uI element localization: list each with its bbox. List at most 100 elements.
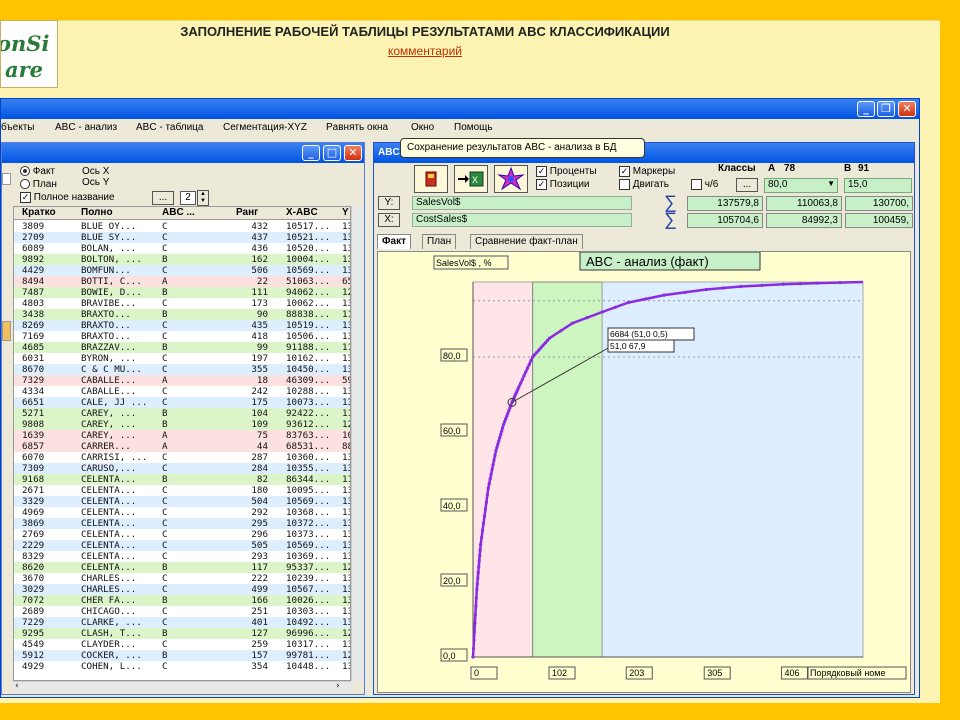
radio-fact[interactable]: Факт	[20, 166, 55, 177]
table-row[interactable]: 7329 CABALLE... A 18 46309... 59	[14, 375, 350, 386]
horizontal-scrollbar[interactable]: ‹ ›	[13, 681, 351, 693]
move-checkbox[interactable]: Двигать	[619, 179, 669, 190]
table-row[interactable]: 8494 BOTTI, C... A 22 51063... 65(	[14, 276, 350, 287]
table-row[interactable]: 4685 BRAZZAV... B 99 91188... 11(	[14, 342, 350, 353]
table-row[interactable]: 6070 CARRISI, ... C 287 10360... 13	[14, 452, 350, 463]
ch6-checkbox[interactable]: ч/6	[691, 179, 718, 190]
table-row[interactable]: 3809 BLUE OY... C 432 10517... 13(	[14, 221, 350, 232]
menu-item-objects[interactable]: бъекты	[1, 122, 34, 133]
table-row[interactable]: 2709 BLUE SY... C 437 10521... 13(	[14, 232, 350, 243]
table-row[interactable]: 9892 BOLTON, ... B 162 10004... 13(	[14, 254, 350, 265]
table-row[interactable]: 3329 CELENTA... C 504 10569... 13	[14, 496, 350, 507]
table-row[interactable]: 6031 BYRON, ... C 197 10162... 13	[14, 353, 350, 364]
table-row[interactable]: 2769 CELENTA... C 296 10373... 13!	[14, 529, 350, 540]
table-row[interactable]: 1639 CAREY, ... A 75 83763... 10!	[14, 430, 350, 441]
save-to-db-button[interactable]	[414, 165, 448, 193]
x-field-button[interactable]: X:	[378, 213, 400, 227]
column-header[interactable]: ABC ...	[162, 207, 195, 218]
abc-run-button[interactable]	[494, 165, 528, 193]
curve-marker	[626, 301, 630, 305]
menu-item-align-windows[interactable]: Рaвнять окна	[326, 122, 388, 133]
vertical-scrollbar[interactable]	[351, 206, 364, 681]
scroll-right-icon[interactable]: ›	[336, 681, 340, 691]
spinner-arrows-icon[interactable]: ▲ ▼	[197, 190, 209, 206]
table-row[interactable]: 7169 BRAXTO... C 418 10506... 13(	[14, 331, 350, 342]
table-row[interactable]: 3869 CELENTA... C 295 10372... 13!	[14, 518, 350, 529]
chevron-down-icon[interactable]: ▼	[827, 179, 835, 188]
table-row[interactable]: 2671 CELENTA... C 180 10095... 13	[14, 485, 350, 496]
close-icon[interactable]: ✕	[898, 101, 916, 117]
column-header[interactable]: Полно	[81, 207, 113, 218]
column-header[interactable]: Ранг	[236, 207, 258, 218]
x-field-name[interactable]: CostSales$	[412, 213, 632, 227]
class-b-percent-select[interactable]: 15,0	[844, 178, 912, 193]
table-row[interactable]: 7487 BOWIE, D... B 111 94062... 12	[14, 287, 350, 298]
percent-checkbox[interactable]: ✓ Проценты	[536, 166, 597, 177]
radio-plan[interactable]: План	[20, 179, 57, 190]
table-row[interactable]: 4969 CELENTA... C 292 10368... 13	[14, 507, 350, 518]
table-row[interactable]: 7309 CARUSO,... C 284 10355... 13	[14, 463, 350, 474]
maximize-icon[interactable]: □	[323, 145, 341, 161]
ellipsis-button[interactable]: ...	[152, 191, 174, 205]
markers-checkbox[interactable]: ✓ Маркеры	[619, 166, 675, 177]
tab-fact[interactable]: Факт	[377, 234, 411, 249]
classes-ellipsis-button[interactable]: ...	[736, 178, 758, 192]
table-row[interactable]: 2689 CHICAGO... C 251 10303... 13	[14, 606, 350, 617]
column-header[interactable]: X-ABC	[286, 207, 318, 218]
table-row[interactable]: 4929 COHEN, L... C 354 10448... 13(	[14, 661, 350, 672]
class-a-percent-select[interactable]: 80,0 ▼	[764, 178, 838, 193]
table-row[interactable]: 5912 COCKER, ... B 157 99781... 12	[14, 650, 350, 661]
table-row[interactable]: 6651 CALE, JJ ... C 175 10073... 13	[14, 397, 350, 408]
data-grid[interactable]: Кратко Полно ABC ... Ранг X-ABC Y 3809 BL…	[13, 206, 351, 681]
spinner-input[interactable]: 2	[180, 191, 196, 205]
table-row[interactable]: 3438 BRAXTO... B 90 88838... 11!	[14, 309, 350, 320]
tab-plan[interactable]: План	[422, 234, 457, 249]
class-a-percent-value: 80,0	[768, 179, 788, 190]
tab-compare[interactable]: Сравнение факт-план	[470, 234, 583, 249]
table-row[interactable]: 3029 CHARLES... C 499 10567... 13	[14, 584, 350, 595]
curve-marker	[473, 621, 477, 625]
table-row[interactable]: 4803 BRAVIBE... C 173 10062... 13(	[14, 298, 350, 309]
y-field-button[interactable]: Y:	[378, 196, 400, 210]
minimize-icon[interactable]: _	[302, 145, 320, 161]
table-row[interactable]: 9295 CLASH, T... B 127 96996... 12	[14, 628, 350, 639]
table-row[interactable]: 4549 CLAYDER... C 259 10317... 13	[14, 639, 350, 650]
minimize-icon[interactable]: _	[857, 101, 875, 117]
y-field-name[interactable]: SalesVol$	[412, 196, 632, 210]
table-cell: CELENTA...	[81, 540, 137, 551]
close-icon[interactable]: ✕	[344, 145, 362, 161]
table-row[interactable]: 7072 CHER FA... B 166 10026... 13(	[14, 595, 350, 606]
full-name-checkbox[interactable]: ✓ Полное название	[20, 192, 115, 203]
table-row[interactable]: 3670 CHARLES... C 222 10239... 13	[14, 573, 350, 584]
table-row[interactable]: 8620 CELENTA... B 117 95337... 12	[14, 562, 350, 573]
table-row[interactable]: 8269 BRAXTO... C 435 10519... 13(	[14, 320, 350, 331]
menu-item-abc-table[interactable]: ABC - таблица	[136, 122, 203, 133]
menu-item-abc-analysis[interactable]: ABC - анализ	[55, 122, 117, 133]
menu-item-segmentation[interactable]: Сегментация-XYZ	[223, 122, 307, 133]
table-row[interactable]: 2229 CELENTA... C 505 10569... 13	[14, 540, 350, 551]
scroll-left-icon[interactable]: ‹	[15, 681, 19, 691]
app-window: _ ❐ ✕ бъекты ABC - анализ ABC - таблица …	[0, 98, 920, 698]
table-row[interactable]: 4429 BOMFUN... C 506 10569... 13	[14, 265, 350, 276]
table-row[interactable]: 9168 CELENTA... B 82 86344... 11	[14, 474, 350, 485]
table-row[interactable]: 8329 CELENTA... C 293 10369... 13	[14, 551, 350, 562]
table-row[interactable]: 5271 CAREY, ... B 104 92422... 11!	[14, 408, 350, 419]
table-cell: COCKER, ...	[81, 650, 142, 661]
table-cell: BOWIE, D...	[81, 287, 142, 298]
table-row[interactable]: 6089 BOLAN, ... C 436 10520... 13(	[14, 243, 350, 254]
table-row[interactable]: 8670 C & C MU... C 355 10450... 13(	[14, 364, 350, 375]
table-row[interactable]: 9808 CAREY, ... B 109 93612... 12	[14, 419, 350, 430]
positions-checkbox[interactable]: ✓ Позиции	[536, 179, 590, 190]
column-header[interactable]: Кратко	[22, 207, 56, 218]
table-row[interactable]: 4334 CABALLE... C 242 10288... 13	[14, 386, 350, 397]
restore-icon[interactable]: ❐	[877, 101, 895, 117]
column-header[interactable]: Y	[342, 207, 349, 218]
table-cell: CLASH, T...	[81, 628, 142, 639]
comment-link[interactable]: комментарий	[60, 44, 790, 58]
export-excel-button[interactable]: X	[454, 165, 488, 193]
menu-item-help[interactable]: Помощь	[454, 122, 493, 133]
menu-item-window[interactable]: Окно	[411, 122, 434, 133]
table-row[interactable]: 6857 CARRER... A 44 68531... 88	[14, 441, 350, 452]
curve-marker	[480, 535, 484, 540]
table-row[interactable]: 7229 CLARKE, ... C 401 10492... 13(	[14, 617, 350, 628]
